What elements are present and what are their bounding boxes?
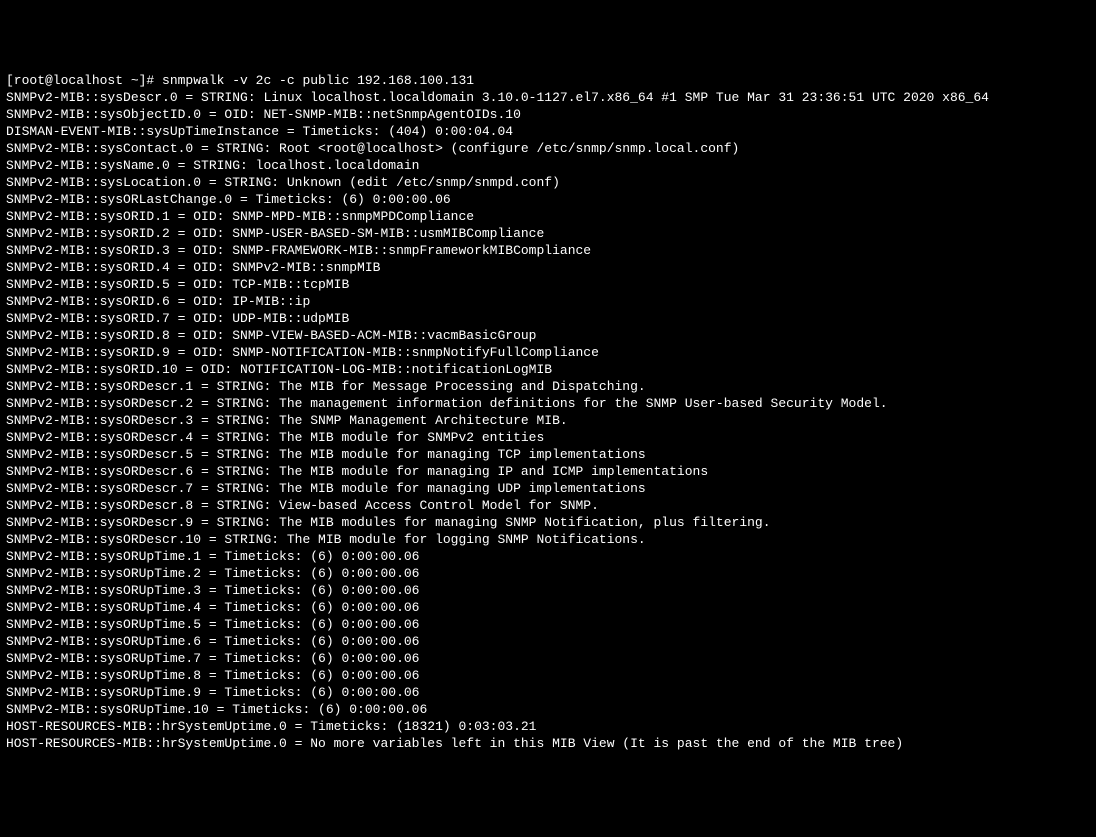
output-line: SNMPv2-MIB::sysORUpTime.2 = Timeticks: (… [6, 565, 1090, 582]
output-line: SNMPv2-MIB::sysORID.3 = OID: SNMP-FRAMEW… [6, 242, 1090, 259]
output-line: SNMPv2-MIB::sysORID.7 = OID: UDP-MIB::ud… [6, 310, 1090, 327]
output-line: SNMPv2-MIB::sysORID.9 = OID: SNMP-NOTIFI… [6, 344, 1090, 361]
output-line: SNMPv2-MIB::sysORID.4 = OID: SNMPv2-MIB:… [6, 259, 1090, 276]
output-line: SNMPv2-MIB::sysORID.2 = OID: SNMP-USER-B… [6, 225, 1090, 242]
output-line: DISMAN-EVENT-MIB::sysUpTimeInstance = Ti… [6, 123, 1090, 140]
output-line: SNMPv2-MIB::sysORUpTime.8 = Timeticks: (… [6, 667, 1090, 684]
command-line: [root@localhost ~]# snmpwalk -v 2c -c pu… [6, 72, 1090, 89]
output-line: HOST-RESOURCES-MIB::hrSystemUptime.0 = N… [6, 735, 1090, 752]
output-line: SNMPv2-MIB::sysORDescr.8 = STRING: View-… [6, 497, 1090, 514]
output-line: HOST-RESOURCES-MIB::hrSystemUptime.0 = T… [6, 718, 1090, 735]
output-line: SNMPv2-MIB::sysDescr.0 = STRING: Linux l… [6, 89, 1090, 106]
output-line: SNMPv2-MIB::sysORDescr.7 = STRING: The M… [6, 480, 1090, 497]
output-line: SNMPv2-MIB::sysORDescr.5 = STRING: The M… [6, 446, 1090, 463]
output-line: SNMPv2-MIB::sysContact.0 = STRING: Root … [6, 140, 1090, 157]
output-line: SNMPv2-MIB::sysORUpTime.5 = Timeticks: (… [6, 616, 1090, 633]
terminal-window[interactable]: [root@localhost ~]# snmpwalk -v 2c -c pu… [6, 72, 1090, 752]
output-line: SNMPv2-MIB::sysORLastChange.0 = Timetick… [6, 191, 1090, 208]
shell-prompt: [root@localhost ~]# [6, 73, 162, 88]
output-line: SNMPv2-MIB::sysORID.8 = OID: SNMP-VIEW-B… [6, 327, 1090, 344]
output-line: SNMPv2-MIB::sysORID.5 = OID: TCP-MIB::tc… [6, 276, 1090, 293]
output-line: SNMPv2-MIB::sysORUpTime.6 = Timeticks: (… [6, 633, 1090, 650]
output-line: SNMPv2-MIB::sysName.0 = STRING: localhos… [6, 157, 1090, 174]
output-line: SNMPv2-MIB::sysORDescr.4 = STRING: The M… [6, 429, 1090, 446]
output-line: SNMPv2-MIB::sysORDescr.10 = STRING: The … [6, 531, 1090, 548]
output-line: SNMPv2-MIB::sysORUpTime.7 = Timeticks: (… [6, 650, 1090, 667]
output-line: SNMPv2-MIB::sysORUpTime.10 = Timeticks: … [6, 701, 1090, 718]
output-line: SNMPv2-MIB::sysORID.10 = OID: NOTIFICATI… [6, 361, 1090, 378]
output-line: SNMPv2-MIB::sysORDescr.9 = STRING: The M… [6, 514, 1090, 531]
output-line: SNMPv2-MIB::sysORDescr.3 = STRING: The S… [6, 412, 1090, 429]
output-line: SNMPv2-MIB::sysORDescr.6 = STRING: The M… [6, 463, 1090, 480]
output-line: SNMPv2-MIB::sysORDescr.2 = STRING: The m… [6, 395, 1090, 412]
output-line: SNMPv2-MIB::sysObjectID.0 = OID: NET-SNM… [6, 106, 1090, 123]
output-line: SNMPv2-MIB::sysORDescr.1 = STRING: The M… [6, 378, 1090, 395]
output-line: SNMPv2-MIB::sysORID.1 = OID: SNMP-MPD-MI… [6, 208, 1090, 225]
shell-command: snmpwalk -v 2c -c public 192.168.100.131 [162, 73, 474, 88]
output-line: SNMPv2-MIB::sysORID.6 = OID: IP-MIB::ip [6, 293, 1090, 310]
output-line: SNMPv2-MIB::sysLocation.0 = STRING: Unkn… [6, 174, 1090, 191]
output-line: SNMPv2-MIB::sysORUpTime.1 = Timeticks: (… [6, 548, 1090, 565]
output-line: SNMPv2-MIB::sysORUpTime.9 = Timeticks: (… [6, 684, 1090, 701]
output-line: SNMPv2-MIB::sysORUpTime.3 = Timeticks: (… [6, 582, 1090, 599]
output-line: SNMPv2-MIB::sysORUpTime.4 = Timeticks: (… [6, 599, 1090, 616]
